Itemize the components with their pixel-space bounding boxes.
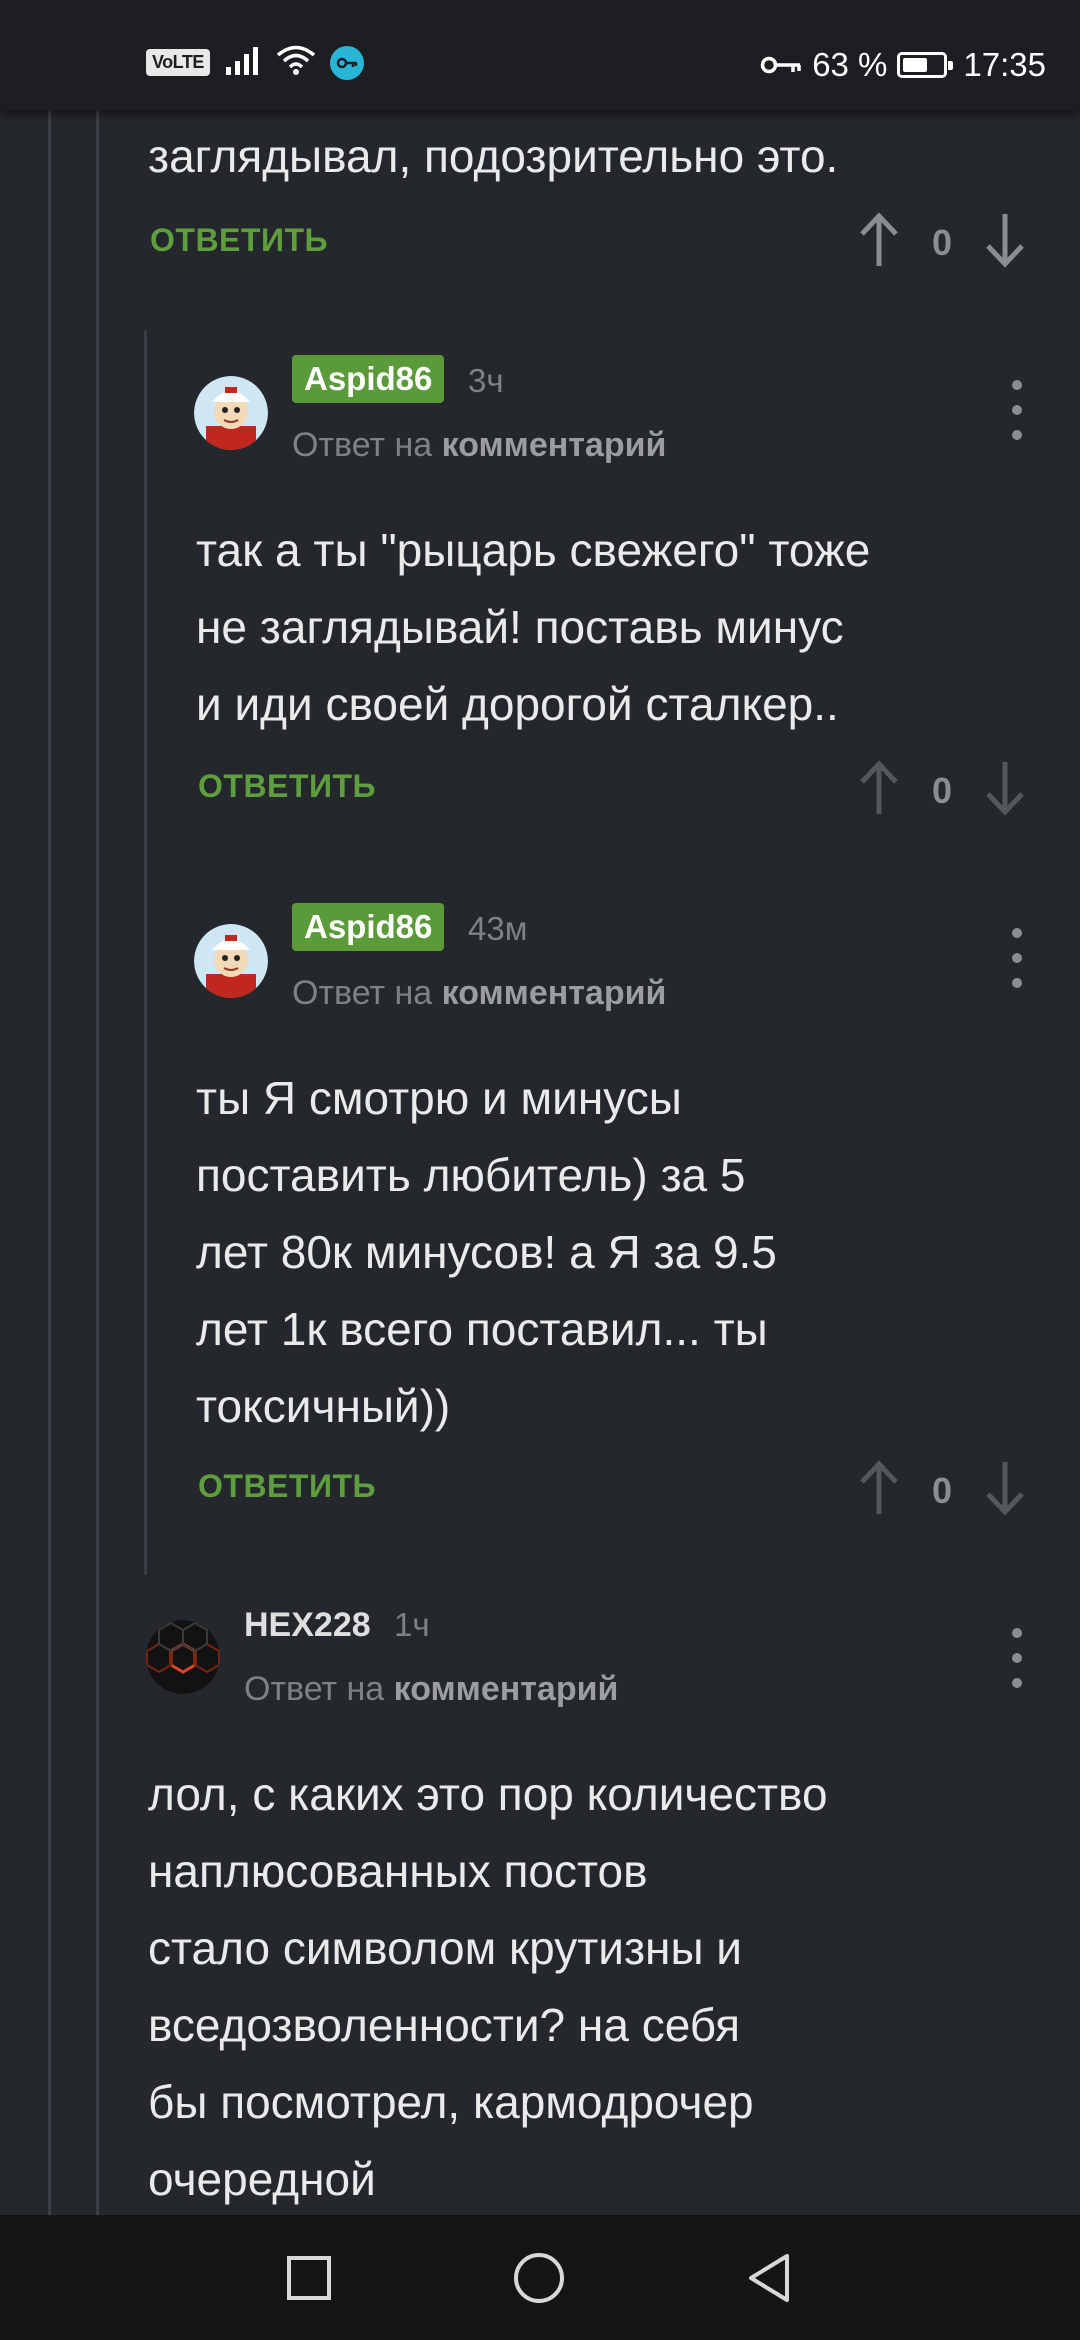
reply-to-prefix: Ответ на	[244, 1670, 385, 1708]
comment-text: заглядывал, подозрительно это.	[148, 130, 839, 182]
score: 0	[931, 1469, 953, 1511]
signal-icon	[224, 45, 262, 80]
downvote-icon[interactable]	[982, 760, 1028, 821]
downvote-icon[interactable]	[982, 1460, 1028, 1521]
downvote-icon[interactable]	[982, 212, 1028, 273]
reply-to-line: Ответ на комментарий	[292, 426, 666, 465]
reply-to-link[interactable]: комментарий	[394, 1670, 619, 1708]
thread-line-outer-2	[96, 110, 99, 2215]
comment-line: и иди своей дорогой сталкер..	[196, 678, 839, 730]
comment-text: так а ты "рыцарь свежего" тоже не загляд…	[196, 524, 870, 730]
comment-line: токсичный))	[196, 1380, 451, 1432]
comment-time: 1ч	[394, 1606, 430, 1643]
more-options-icon[interactable]	[1007, 928, 1027, 988]
battery-fill	[903, 58, 928, 72]
comment-line: наплюсованных постов	[148, 1845, 648, 1897]
comment-line: лол, с каких это пор количество	[148, 1768, 828, 1820]
reply-to-prefix: Ответ на	[292, 426, 433, 464]
reply-button[interactable]: ОТВЕТИТЬ	[150, 222, 328, 259]
comment-line: ты Я смотрю и минусы	[196, 1072, 682, 1124]
recent-apps-button[interactable]	[282, 2251, 336, 2305]
avatar[interactable]	[194, 376, 268, 450]
home-button[interactable]	[512, 2251, 566, 2305]
vpn-key-icon	[329, 45, 364, 80]
comment-line: очередной	[148, 2153, 376, 2205]
vote-control: 0	[856, 1460, 1028, 1521]
comment-time: 3ч	[468, 362, 504, 399]
key-icon	[760, 46, 802, 84]
wifi-icon	[276, 44, 316, 81]
navigation-bar	[0, 2215, 1080, 2340]
thread-line-nested	[144, 330, 147, 1575]
score: 0	[931, 769, 953, 811]
author-badge[interactable]: Aspid86	[292, 903, 445, 951]
clock: 17:35	[963, 46, 1046, 83]
reply-button[interactable]: ОТВЕТИТЬ	[198, 768, 376, 805]
vote-control: 0	[856, 212, 1028, 273]
comment-line: поставить любитель) за 5	[196, 1149, 746, 1201]
comment-line: вседозволенности? на себя	[148, 1999, 741, 2051]
reply-button[interactable]: ОТВЕТИТЬ	[198, 1468, 376, 1505]
comment-line: лет 80к минусов! а Я за 9.5	[196, 1226, 777, 1278]
upvote-icon[interactable]	[856, 212, 902, 273]
reply-to-line: Ответ на комментарий	[244, 1670, 618, 1709]
upvote-icon[interactable]	[856, 1460, 902, 1521]
volte-badge: VoLTE	[146, 49, 210, 76]
battery-percent: 63 %	[812, 46, 888, 83]
reply-to-link[interactable]: комментарий	[442, 974, 667, 1012]
back-button[interactable]	[742, 2251, 796, 2305]
reply-to-prefix: Ответ на	[292, 974, 433, 1012]
more-options-icon[interactable]	[1007, 380, 1027, 440]
avatar[interactable]	[194, 924, 268, 998]
reply-to-line: Ответ на комментарий	[292, 974, 666, 1013]
status-left: VoLTE	[146, 44, 364, 81]
status-bar: VoLTE 63 % 17:35	[0, 0, 1080, 110]
comment-line: так а ты "рыцарь свежего" тоже	[196, 524, 871, 576]
comment-line: не заглядывай! поставь минус	[196, 601, 844, 653]
comment-text: лол, с каких это пор количество наплюсов…	[148, 1768, 828, 2205]
score: 0	[931, 221, 953, 263]
comment-line: бы посмотрел, кармодрочер	[148, 2076, 754, 2128]
more-options-icon[interactable]	[1007, 1628, 1027, 1688]
author-name[interactable]: HEX228	[244, 1606, 371, 1645]
reply-to-link[interactable]: комментарий	[442, 426, 667, 464]
avatar[interactable]	[146, 1620, 220, 1694]
vote-control: 0	[856, 760, 1028, 821]
comment-line: лет 1к всего поставил... ты	[196, 1303, 768, 1355]
author-badge[interactable]: Aspid86	[292, 355, 445, 403]
upvote-icon[interactable]	[856, 760, 902, 821]
status-right: 63 % 17:35	[760, 46, 1046, 84]
comment-line: стало символом крутизны и	[148, 1922, 743, 1974]
comment-text: ты Я смотрю и минусы поставить любитель)…	[196, 1072, 777, 1432]
battery-icon	[897, 52, 954, 78]
comment-time: 43м	[468, 910, 528, 947]
thread-line-outer-1	[48, 110, 51, 2215]
